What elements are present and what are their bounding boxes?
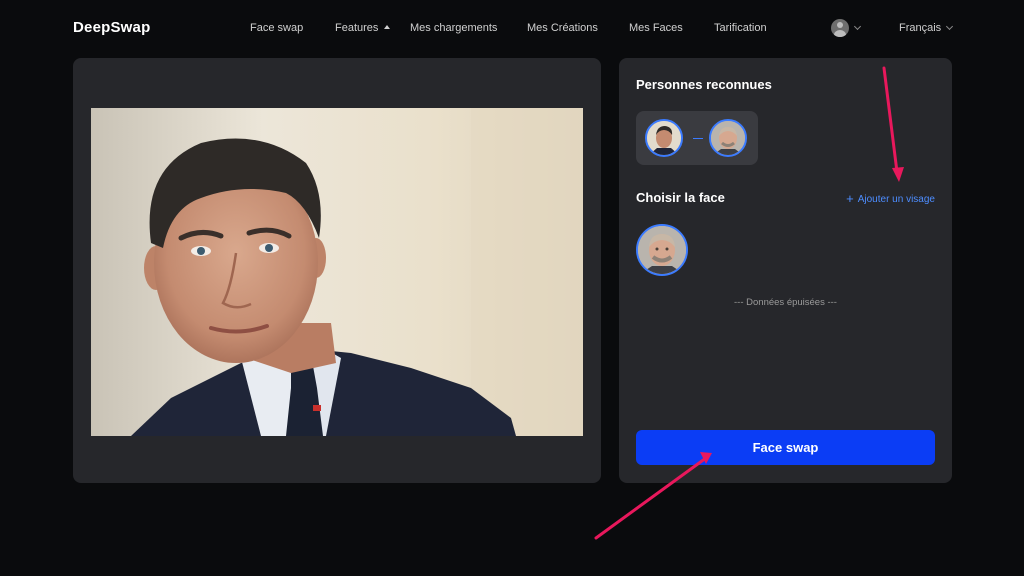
face-link-connector (693, 138, 703, 139)
selectable-face-icon (638, 226, 686, 274)
nav-features-label: Features (335, 22, 379, 34)
nav-features[interactable]: Features (335, 22, 391, 34)
chevron-down-icon (946, 22, 954, 31)
face-swap-button[interactable]: Face swap (636, 430, 935, 465)
account-menu[interactable] (831, 19, 862, 37)
recognized-pair[interactable] (636, 111, 758, 165)
top-navigation: DeepSwap Face swap Features Mes chargeme… (0, 0, 1024, 58)
nav-mes-chargements[interactable]: Mes chargements (410, 22, 497, 34)
face-swap-panel: Personnes reconnues Choisir la face + Ajo… (619, 58, 952, 483)
portrait-illustration (91, 108, 583, 436)
source-face-thumbnail[interactable] (645, 119, 683, 157)
recognized-persons-title: Personnes reconnues (636, 77, 772, 92)
choose-face-title: Choisir la face (636, 190, 725, 205)
nav-mes-faces[interactable]: Mes Faces (629, 22, 683, 34)
data-exhausted-text: --- Données épuisées --- (734, 297, 837, 308)
add-face-label: Ajouter un visage (857, 194, 935, 205)
nav-mes-creations[interactable]: Mes Créations (527, 22, 598, 34)
add-face-link[interactable]: + Ajouter un visage (846, 191, 935, 206)
plus-icon: + (846, 191, 854, 206)
uploaded-image-panel (73, 58, 601, 483)
language-label: Français (899, 22, 942, 34)
deepswap-logo[interactable]: DeepSwap (73, 19, 150, 36)
source-face-icon (647, 121, 681, 155)
caret-up-icon (384, 25, 391, 29)
target-face-icon (711, 121, 745, 155)
target-face-thumbnail[interactable] (709, 119, 747, 157)
uploaded-photo (91, 108, 583, 436)
selectable-face[interactable] (636, 224, 688, 276)
nav-tarification[interactable]: Tarification (714, 22, 767, 34)
language-selector[interactable]: Français (899, 22, 954, 34)
chevron-down-icon (853, 22, 862, 31)
nav-face-swap[interactable]: Face swap (250, 22, 303, 34)
user-avatar-icon (831, 19, 849, 37)
